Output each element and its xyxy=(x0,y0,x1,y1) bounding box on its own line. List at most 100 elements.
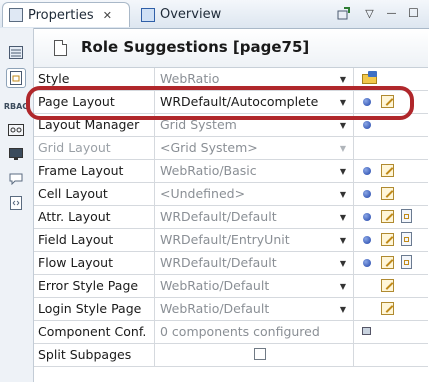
dropdown-arrow-icon[interactable]: ▼ xyxy=(334,116,352,134)
property-value[interactable]: WRDefault/EntryUnit xyxy=(156,229,354,251)
edit-icon[interactable] xyxy=(381,164,394,177)
access-tab-icon[interactable] xyxy=(6,120,26,140)
property-row: Cell Layout <Undefined> ▼ xyxy=(34,183,428,206)
display-tab-icon[interactable] xyxy=(6,144,26,164)
info-dot-icon[interactable] xyxy=(363,190,371,198)
dropdown-arrow-icon[interactable]: ▼ xyxy=(334,254,352,272)
property-actions xyxy=(355,137,428,159)
minimize-icon[interactable]: — xyxy=(384,6,399,21)
maximize-icon[interactable]: ☐ xyxy=(406,6,421,21)
property-value[interactable]: WebRatio/Basic xyxy=(156,160,354,182)
property-row: Style WebRatio ▼ xyxy=(34,68,428,91)
property-name: Page Layout xyxy=(34,91,155,113)
info-dot-icon[interactable] xyxy=(363,213,371,221)
edit-icon[interactable] xyxy=(381,95,394,108)
property-row: Layout Manager Grid System ▼ xyxy=(34,114,428,137)
info-dot-icon[interactable] xyxy=(363,121,371,129)
edit-icon[interactable] xyxy=(381,256,394,269)
pin-icon[interactable] xyxy=(336,6,351,21)
dropdown-arrow-icon[interactable]: ▼ xyxy=(334,93,352,111)
edit-icon[interactable] xyxy=(381,302,394,315)
property-value[interactable]: WebRatio/Default xyxy=(156,275,354,297)
property-name: Layout Manager xyxy=(34,114,155,136)
property-row: Frame Layout WebRatio/Basic ▼ xyxy=(34,160,428,183)
overview-icon xyxy=(141,7,155,22)
dropdown-arrow-icon[interactable]: ▼ xyxy=(334,162,352,180)
property-value[interactable]: WRDefault/Autocomplete xyxy=(156,91,354,113)
close-icon[interactable]: ✕ xyxy=(103,9,112,22)
dropdown-arrow-icon[interactable]: ▼ xyxy=(334,231,352,249)
dropdown-arrow-icon[interactable]: ▼ xyxy=(334,208,352,226)
info-dot-icon[interactable] xyxy=(363,98,371,106)
view-tab-bar: Properties ✕ Overview ▽ — ☐ xyxy=(0,0,429,29)
property-actions xyxy=(355,91,428,113)
property-actions xyxy=(355,160,428,182)
property-row: Attr. Layout WRDefault/Default ▼ xyxy=(34,206,428,229)
edit-icon[interactable] xyxy=(381,279,394,292)
page-title: Role Suggestions [page75] xyxy=(81,38,310,56)
property-actions xyxy=(355,68,428,90)
property-value: <Grid System> xyxy=(156,137,354,159)
property-sections-toolbar: RBAC xyxy=(0,28,34,382)
roles-tab-icon[interactable]: RBAC xyxy=(4,96,28,116)
layout-tab-icon[interactable] xyxy=(6,68,26,88)
property-name: Error Style Page xyxy=(34,275,155,297)
template-icon[interactable] xyxy=(401,209,412,223)
property-name: Grid Layout xyxy=(34,137,155,159)
property-name: Login Style Page xyxy=(34,298,155,320)
property-name: Attr. Layout xyxy=(34,206,155,228)
tab-label: Overview xyxy=(160,7,222,22)
property-name: Flow Layout xyxy=(34,252,155,274)
properties-header: Role Suggestions [page75] xyxy=(34,29,428,68)
property-name: Frame Layout xyxy=(34,160,155,182)
custom-tab-icon[interactable] xyxy=(6,193,26,213)
property-actions xyxy=(355,344,428,366)
property-name: Cell Layout xyxy=(34,183,155,205)
properties-icon xyxy=(9,8,23,22)
page-icon xyxy=(54,40,67,56)
style-folder-icon[interactable] xyxy=(362,71,378,85)
dropdown-arrow-icon[interactable]: ▼ xyxy=(334,70,352,88)
property-row: Grid Layout <Grid System> ▼ xyxy=(34,137,428,160)
property-value[interactable]: <Undefined> xyxy=(156,183,354,205)
properties-tab-icon[interactable] xyxy=(6,42,26,62)
property-value[interactable]: WRDefault/Default xyxy=(156,206,354,228)
property-actions xyxy=(355,229,428,251)
edit-icon[interactable] xyxy=(381,187,394,200)
property-actions xyxy=(355,183,428,205)
tab-label: Properties xyxy=(28,7,94,23)
info-dot-icon[interactable] xyxy=(363,167,371,175)
edit-icon[interactable] xyxy=(381,210,394,223)
property-value[interactable]: WebRatio/Default xyxy=(156,298,354,320)
tab-overview[interactable]: Overview xyxy=(135,2,227,27)
template-icon[interactable] xyxy=(401,255,412,269)
property-row: Split Subpages xyxy=(34,344,428,367)
comment-tab-icon[interactable] xyxy=(6,169,26,189)
property-row: Field Layout WRDefault/EntryUnit ▼ xyxy=(34,229,428,252)
configure-icon[interactable] xyxy=(362,327,371,335)
dropdown-arrow-icon[interactable]: ▼ xyxy=(334,277,352,295)
property-actions xyxy=(355,321,428,343)
info-dot-icon[interactable] xyxy=(363,236,371,244)
property-row: Component Conf. 0 components configured xyxy=(34,321,428,344)
view-menu-icon[interactable]: ▽ xyxy=(362,6,377,21)
edit-icon[interactable] xyxy=(381,233,394,246)
property-actions xyxy=(355,206,428,228)
property-name: Component Conf. xyxy=(34,321,155,343)
property-value[interactable]: WebRatio xyxy=(156,68,354,90)
property-row: Flow Layout WRDefault/Default ▼ xyxy=(34,252,428,275)
dropdown-arrow-icon: ▼ xyxy=(339,143,347,153)
dropdown-arrow-icon[interactable]: ▼ xyxy=(334,185,352,203)
property-value[interactable]: WRDefault/Default xyxy=(156,252,354,274)
property-value[interactable]: 0 components configured xyxy=(156,321,354,343)
property-row: Login Style Page WebRatio/Default ▼ xyxy=(34,298,428,321)
property-actions xyxy=(355,252,428,274)
split-subpages-checkbox[interactable] xyxy=(254,348,266,360)
tab-properties[interactable]: Properties ✕ xyxy=(2,2,130,27)
property-row: Error Style Page WebRatio/Default ▼ xyxy=(34,275,428,298)
template-icon[interactable] xyxy=(401,232,412,246)
info-dot-icon[interactable] xyxy=(363,259,371,267)
property-name: Field Layout xyxy=(34,229,155,251)
property-value[interactable]: Grid System xyxy=(156,114,354,136)
dropdown-arrow-icon[interactable]: ▼ xyxy=(334,300,352,318)
